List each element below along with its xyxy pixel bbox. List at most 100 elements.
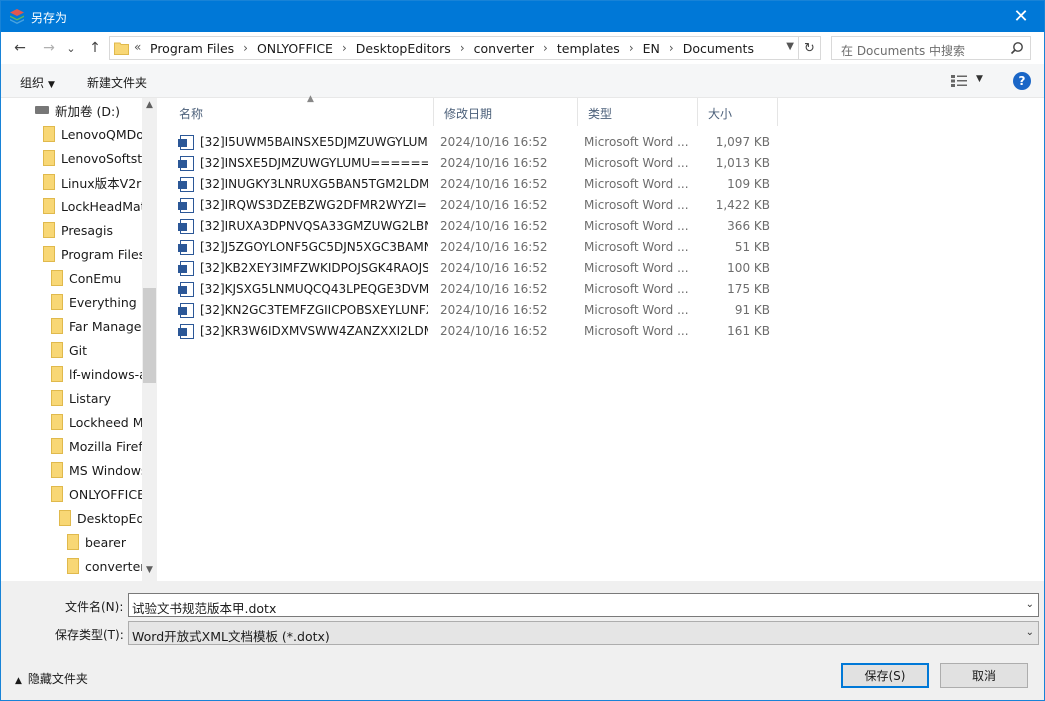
sidebar-item[interactable]: ConEmu	[51, 266, 142, 290]
search-icon	[1010, 42, 1023, 55]
file-row[interactable]: [32]KB2XEY3IMFZWKIDPOJSGK4RAOJSXC5LJ.dot…	[178, 258, 778, 279]
sidebar-item[interactable]: Everything	[51, 290, 142, 314]
file-date: 2024/10/16 16:52	[440, 156, 548, 170]
view-caret-icon[interactable]: ▼	[976, 74, 983, 84]
sidebar-item-label: Mozilla Firefox	[69, 438, 142, 454]
address-dropdown-icon[interactable]: ▼	[786, 41, 794, 52]
breadcrumb-separator-icon[interactable]: ›	[451, 41, 474, 56]
file-date: 2024/10/16 16:52	[440, 303, 548, 317]
sidebar-item[interactable]: ONLYOFFICE	[51, 482, 142, 506]
sidebar-item[interactable]: converter	[67, 554, 142, 578]
file-date: 2024/10/16 16:52	[440, 324, 548, 338]
word-document-icon	[178, 198, 194, 213]
chevron-down-icon[interactable]: ⌄	[1026, 627, 1034, 638]
search-placeholder: 在 Documents 中搜索	[841, 44, 966, 58]
organize-button[interactable]: 组织 ▼	[20, 74, 55, 91]
breadcrumb-item[interactable]: Documents	[683, 41, 754, 56]
file-row[interactable]: [32]KN2GC3TEMFZGIICPOBSXEYLUNFXGOICQ.dot…	[178, 300, 778, 321]
file-type: Microsoft Word ...	[584, 324, 689, 338]
close-button[interactable]: ✕	[998, 1, 1044, 32]
word-document-icon	[178, 135, 194, 150]
view-options-icon[interactable]	[951, 74, 967, 88]
save-as-dialog: 另存为 ✕ ← → ⌄ ↑ « Program Files › ONLYOFFI…	[0, 0, 1045, 701]
sidebar-item-label: Git	[69, 342, 88, 358]
chevron-down-icon[interactable]: ⌄	[1026, 599, 1034, 610]
up-button[interactable]: ↑	[84, 37, 106, 59]
sidebar-item[interactable]: Git	[51, 338, 142, 362]
help-button[interactable]: ?	[1013, 72, 1031, 90]
file-row[interactable]: [32]I5UWM5BAINSXE5DJMZUWGYLUMU======.dot…	[178, 132, 778, 153]
breadcrumb-item[interactable]: Program Files	[150, 41, 234, 56]
sidebar-item[interactable]: LockHeadMatrix	[43, 194, 142, 218]
sidebar-item-label: Listary	[69, 390, 112, 406]
folder-icon	[51, 414, 63, 430]
forward-button[interactable]: →	[38, 37, 60, 59]
breadcrumb-separator-icon[interactable]: ›	[333, 41, 356, 56]
overflow-chevron-icon[interactable]: «	[134, 40, 141, 54]
sidebar-item[interactable]: DesktopEditors	[59, 506, 142, 530]
breadcrumb-separator-icon[interactable]: ›	[234, 41, 257, 56]
save-button[interactable]: 保存(S)	[841, 663, 929, 688]
sidebar-item[interactable]: 新加卷 (D:)	[35, 98, 142, 122]
file-row[interactable]: [32]KJSXG5LNMUQCQ43LPEQGE3DVMURQ====.dot…	[178, 279, 778, 300]
refresh-button[interactable]: ↻	[799, 36, 821, 60]
breadcrumb-item[interactable]: templates	[557, 41, 620, 56]
file-row[interactable]: [32]IRQWS3DZEBZWG2DFMR2WYZI=.dotx 2024/10…	[178, 195, 778, 216]
column-header-name[interactable]: 名称 ▲	[169, 94, 434, 126]
filetype-label: 保存类型(T):	[55, 628, 124, 642]
sidebar-item[interactable]: Listary	[51, 386, 142, 410]
filetype-select[interactable]: Word开放式XML文档模板 (*.dotx) ⌄	[128, 621, 1039, 645]
column-header-size[interactable]: 大小	[698, 98, 778, 126]
save-form: 文件名(N): 试验文书规范版本甲.dotx ⌄ 保存类型(T): Word开放…	[1, 581, 1044, 700]
file-row[interactable]: [32]J5ZGOYLONF5GC5DJN5XGC3BAMNUGC4TU.dot…	[178, 237, 778, 258]
breadcrumb-item[interactable]: EN	[643, 41, 660, 56]
file-row[interactable]: [32]INUGKY3LNRUXG5BAN5TGM2LDMU======.dot…	[178, 174, 778, 195]
column-header-date[interactable]: 修改日期	[434, 98, 578, 126]
file-row[interactable]: [32]INSXE5DJMZUWGYLUMU======.dotx 2024/10…	[178, 153, 778, 174]
back-button[interactable]: ←	[9, 37, 31, 59]
sidebar-item[interactable]: lf-windows-amd64	[51, 362, 142, 386]
sidebar-item[interactable]: Presagis	[43, 218, 142, 242]
sidebar-item[interactable]: Program Files	[43, 242, 142, 266]
breadcrumb-separator-icon[interactable]: ›	[534, 41, 557, 56]
scroll-up-icon[interactable]: ▲	[142, 100, 157, 114]
hide-folders-toggle[interactable]: ▲ 隐藏文件夹	[15, 670, 88, 687]
word-document-icon	[178, 177, 194, 192]
address-bar[interactable]: « Program Files › ONLYOFFICE › DesktopEd…	[109, 36, 799, 60]
refresh-icon: ↻	[804, 40, 815, 56]
file-date: 2024/10/16 16:52	[440, 135, 548, 149]
breadcrumb-item[interactable]: converter	[474, 41, 534, 56]
folder-icon	[51, 366, 63, 382]
cancel-button[interactable]: 取消	[940, 663, 1028, 688]
sidebar-item[interactable]: MS Windows	[51, 458, 142, 482]
filename-input[interactable]: 试验文书规范版本甲.dotx ⌄	[128, 593, 1039, 617]
scrollbar-thumb[interactable]	[143, 288, 156, 383]
file-row[interactable]: [32]KR3W6IDXMVSWW4ZANZXXI2LDMU======.dot…	[178, 321, 778, 342]
folder-icon	[43, 246, 55, 262]
sidebar-item[interactable]: Far Manager	[51, 314, 142, 338]
breadcrumb-item[interactable]: DesktopEditors	[356, 41, 451, 56]
scroll-down-icon[interactable]: ▼	[142, 565, 157, 579]
search-input[interactable]: 在 Documents 中搜索	[831, 36, 1031, 60]
breadcrumb-separator-icon[interactable]: ›	[620, 41, 643, 56]
breadcrumb-item[interactable]: ONLYOFFICE	[257, 41, 333, 56]
sidebar-item[interactable]: Linux版本V2ray	[43, 170, 142, 194]
sidebar-item[interactable]: bearer	[67, 530, 142, 554]
sidebar-item[interactable]: LenovoQMDownload	[43, 122, 142, 146]
column-header-type[interactable]: 类型	[578, 98, 698, 126]
sidebar-item[interactable]: Lockheed Martin	[51, 410, 142, 434]
sidebar-item[interactable]: LenovoSoftstore	[43, 146, 142, 170]
file-size: 161 KB	[727, 324, 770, 338]
file-type: Microsoft Word ...	[584, 261, 689, 275]
file-name: [32]IRQWS3DZEBZWG2DFMR2WYZI=.dotx	[200, 198, 428, 212]
breadcrumb-separator-icon[interactable]: ›	[660, 41, 683, 56]
sidebar-item[interactable]: Mozilla Firefox	[51, 434, 142, 458]
hide-folders-label: 隐藏文件夹	[27, 672, 88, 686]
new-folder-button[interactable]: 新建文件夹	[87, 74, 147, 91]
file-row[interactable]: [32]IRUXA3DPNVQSA33GMZUWG2LBNQ======.dot…	[178, 216, 778, 237]
navigation-scrollbar[interactable]: ▲ ▼	[142, 98, 157, 581]
file-size: 1,422 KB	[715, 198, 770, 212]
file-name: [32]I5UWM5BAINSXE5DJMZUWGYLUMU======.dot…	[200, 135, 428, 149]
recent-locations-button[interactable]: ⌄	[63, 37, 79, 59]
close-icon: ✕	[1013, 6, 1029, 27]
